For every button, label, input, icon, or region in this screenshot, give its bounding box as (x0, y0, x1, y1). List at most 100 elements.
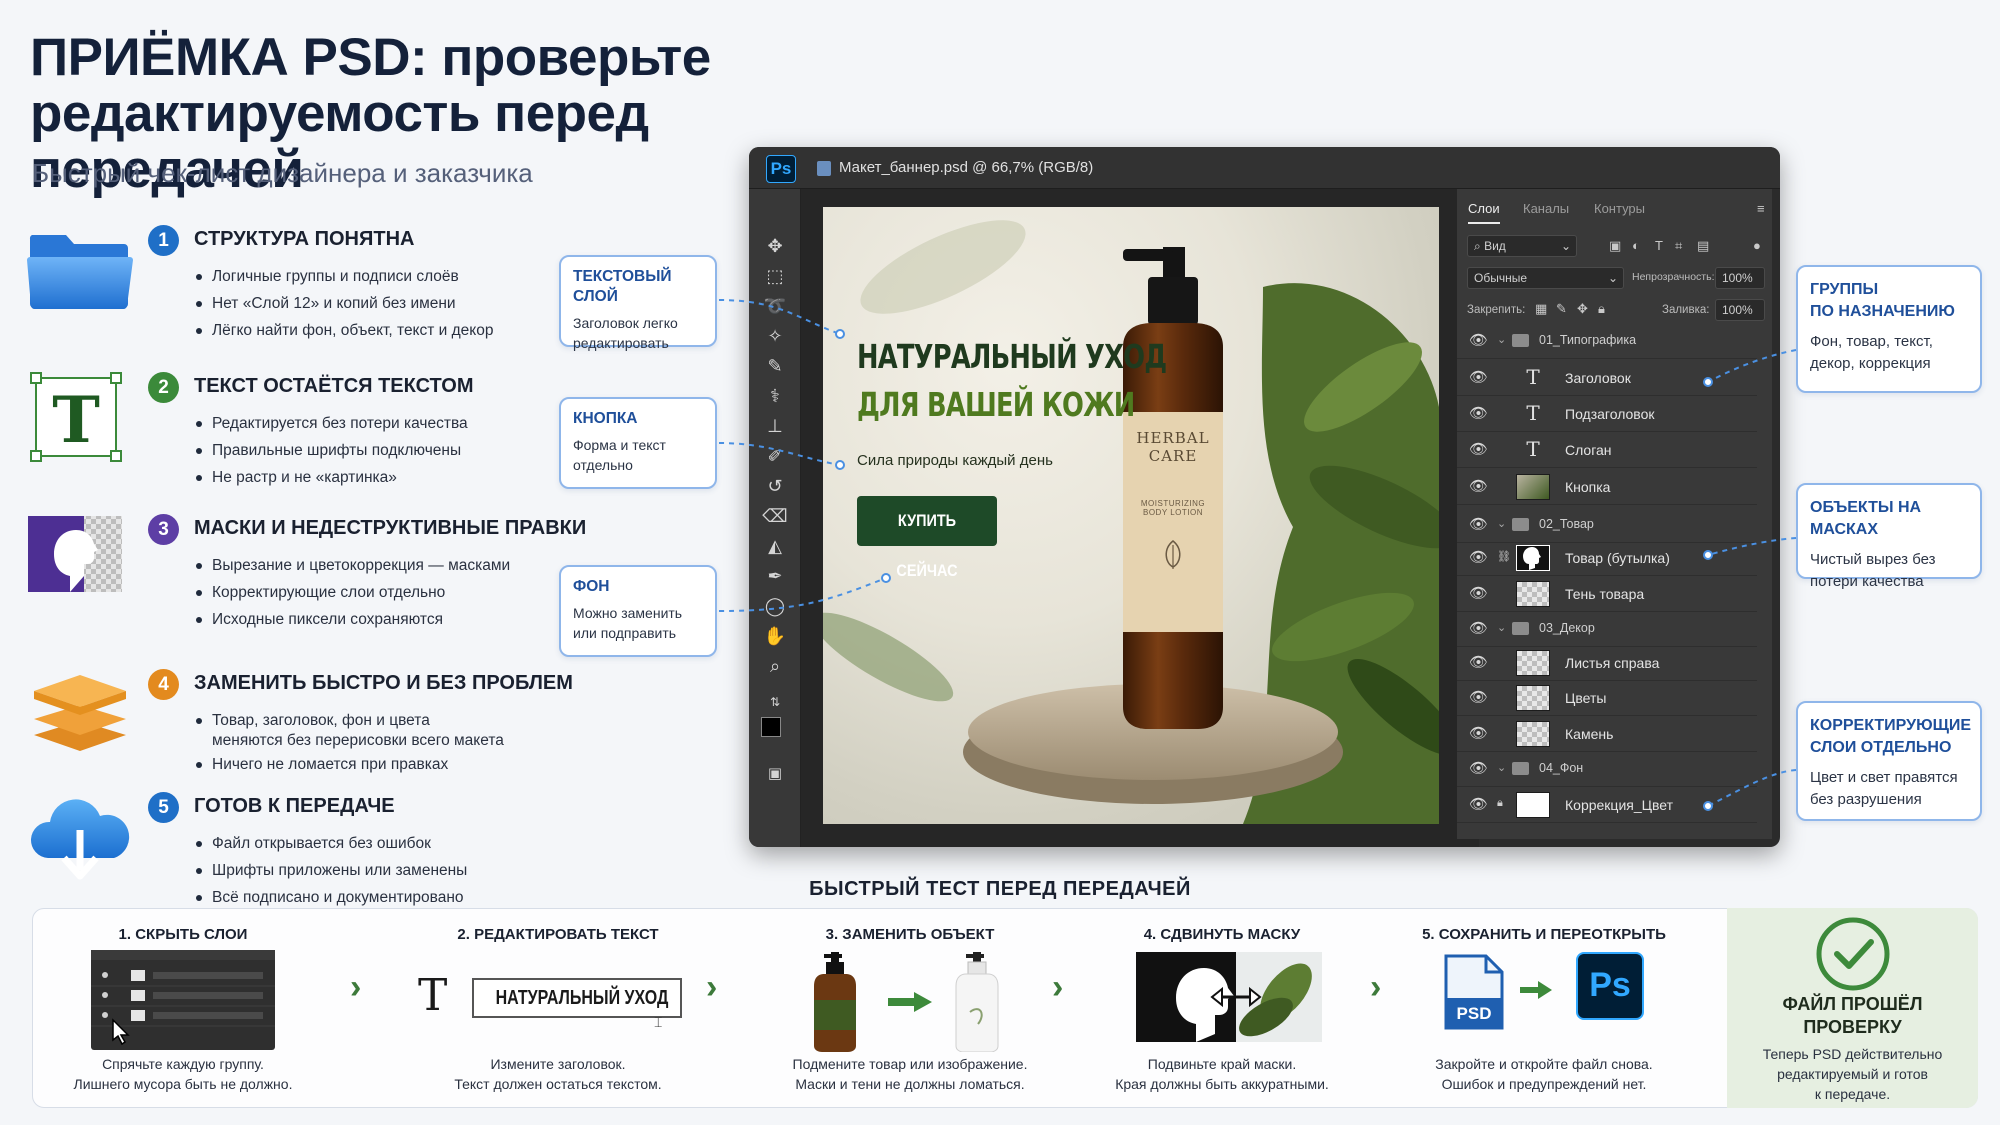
visibility-eye-icon[interactable]: 👁︎ (1469, 516, 1488, 534)
quick-test-step-save-reopen: 5. СОХРАНИТЬ И ПЕРЕОТКРЫТЬ PSD Ps Закрой… (1374, 918, 1714, 1098)
document-icon (817, 161, 831, 176)
quick-test-step-replace-object: 3. ЗАМЕНИТЬ ОБЪЕКТ Подмените товар или и… (740, 918, 1080, 1098)
layer-row[interactable]: 👁︎ Цветы (1457, 680, 1757, 716)
filter-type-icon[interactable]: T (1655, 238, 1663, 253)
layer-row[interactable]: 👁︎ ⌄ 03_Декор (1457, 611, 1757, 647)
healing-brush-icon[interactable]: ⚕ (761, 383, 789, 409)
ellipse-tool-icon[interactable]: ◯ (761, 593, 789, 619)
visibility-eye-icon[interactable]: 👁︎ (1469, 689, 1488, 707)
blend-mode-select[interactable]: Обычные ⌄ (1467, 267, 1624, 289)
banner-slogan[interactable]: Сила природы каждый день (857, 452, 1053, 469)
step-number-badge: 3 (148, 514, 179, 545)
document-tab[interactable]: Макет_баннер.psd @ 66,7% (RGB/8) (839, 159, 1093, 176)
layer-row[interactable]: 👁︎ Листья справа (1457, 645, 1757, 681)
quick-test-step-edit-text: 2. РЕДАКТИРОВАТЬ ТЕКСТ T НАТУРАЛЬНЫЙ УХО… (388, 918, 728, 1098)
banner-headline-1[interactable]: НАТУРАЛЬНЫЙ УХОД (857, 337, 1167, 376)
group-expand-icon[interactable]: ⌄ (1497, 621, 1506, 634)
chevron-right-icon: › (350, 968, 362, 1006)
fill-input[interactable]: 100% (1715, 299, 1765, 321)
visibility-eye-icon[interactable]: 👁︎ (1469, 441, 1488, 459)
layer-row[interactable]: 👁︎ T Заголовок (1457, 360, 1757, 396)
layer-row[interactable]: 👁︎ ⌄ 04_Фон (1457, 751, 1757, 787)
layer-row[interactable]: 👁︎ T Подзаголовок (1457, 396, 1757, 432)
history-brush-icon[interactable]: ↺ (761, 473, 789, 499)
mini-layers-panel-icon (91, 950, 275, 1050)
quick-test-step-hide-layers: 1. СКРЫТЬ СЛОИ Спрячьте каждую группу. Ли… (13, 918, 353, 1098)
layer-row[interactable]: 👁︎ 🔒︎ Коррекция_Цвет (1457, 787, 1757, 823)
visibility-eye-icon[interactable]: 👁︎ (1469, 332, 1488, 350)
visibility-eye-icon[interactable]: 👁︎ (1469, 760, 1488, 778)
swap-bottle-illustration (814, 952, 999, 1052)
checklist-bullets: Редактируется без потери качества Правил… (194, 410, 468, 491)
move-tool-icon[interactable]: ✥ (761, 233, 789, 259)
magic-wand-icon[interactable]: ✧ (761, 323, 789, 349)
text-edit-sample: НАТУРАЛЬНЫЙ УХОД (472, 978, 682, 1018)
layer-row[interactable]: 👁︎ T Слоган (1457, 432, 1757, 468)
step-number-badge: 1 (148, 225, 179, 256)
lasso-tool-icon[interactable]: ➰ (761, 293, 789, 319)
marquee-tool-icon[interactable]: ⬚ (761, 263, 789, 289)
panel-menu-icon[interactable]: ≡ (1757, 201, 1765, 216)
tab-paths[interactable]: Контуры (1594, 201, 1645, 216)
eyedropper-icon[interactable]: ✎ (761, 353, 789, 379)
layer-name: Камень (1565, 726, 1614, 742)
group-expand-icon[interactable]: ⌄ (1497, 333, 1506, 346)
step-caption: Закройте и откройте файл снова. Ошибок и … (1435, 1056, 1653, 1092)
filter-pixel-icon[interactable]: ▣ (1609, 238, 1621, 254)
text-cursor-icon: ⌶ (654, 1014, 663, 1030)
layer-name: Листья справа (1565, 655, 1660, 671)
foreground-color-swatch[interactable] (761, 717, 781, 737)
layer-row[interactable]: 👁︎ Кнопка (1457, 469, 1757, 505)
banner-headline-2[interactable]: ДЛЯ ВАШЕЙ КОЖИ (857, 385, 1135, 424)
gradient-tool-icon[interactable]: ◭ (761, 533, 789, 559)
swap-colors-icon[interactable]: ⇅ (761, 689, 789, 715)
filter-adjustment-icon[interactable]: ◐ (1632, 238, 1640, 253)
visibility-eye-icon[interactable]: 👁︎ (1469, 796, 1488, 814)
group-expand-icon[interactable]: ⌄ (1497, 761, 1506, 774)
visibility-eye-icon[interactable]: 👁︎ (1469, 725, 1488, 743)
callout-title: ГРУППЫ ПО НАЗНАЧЕНИЮ (1810, 281, 1955, 320)
banner-buy-button[interactable]: КУПИТЬ СЕЙЧАС (857, 496, 997, 580)
lock-pixels-icon[interactable]: ✎ (1556, 301, 1567, 317)
layer-name: Слоган (1565, 442, 1612, 458)
stamp-tool-icon[interactable]: ⊥ (761, 413, 789, 439)
brush-tool-icon[interactable]: ✐ (761, 443, 789, 469)
lock-position-icon[interactable]: ✥ (1577, 301, 1588, 317)
eraser-tool-icon[interactable]: ⌫ (761, 503, 789, 529)
banner-artwork[interactable]: HERBAL CARE MOISTURIZING BODY LOTION НАТ… (823, 207, 1439, 824)
pen-tool-icon[interactable]: ✒ (761, 563, 789, 589)
checklist-title: ТЕКСТ ОСТАЁТСЯ ТЕКСТОМ (194, 375, 474, 397)
lock-transparency-icon[interactable]: ▦ (1535, 301, 1547, 317)
visibility-eye-icon[interactable]: 👁︎ (1469, 369, 1488, 387)
layer-row[interactable]: 👁︎ Камень (1457, 716, 1757, 752)
layer-row[interactable]: 👁︎ ⛓ Товар (бутылка) (1457, 540, 1757, 576)
visibility-eye-icon[interactable]: 👁︎ (1469, 405, 1488, 423)
visibility-eye-icon[interactable]: 👁︎ (1469, 620, 1488, 638)
tab-channels[interactable]: Каналы (1523, 201, 1569, 216)
zoom-tool-icon[interactable]: ⌕ (761, 653, 789, 679)
visibility-eye-icon[interactable]: 👁︎ (1469, 585, 1488, 603)
tab-layers[interactable]: Слои (1468, 201, 1500, 224)
quick-mask-icon[interactable]: ▣ (761, 761, 789, 787)
callout-groups: ГРУППЫ ПО НАЗНАЧЕНИЮ Фон, товар, текст, д… (1796, 265, 1982, 393)
filter-smart-icon[interactable]: ▤ (1697, 238, 1709, 254)
callout-body: Форма и текст отдельно (573, 437, 666, 473)
layer-row[interactable]: 👁︎ Тень товара (1457, 576, 1757, 612)
layer-thumbnail (1516, 721, 1550, 747)
visibility-eye-icon[interactable]: 👁︎ (1469, 478, 1488, 496)
layer-row[interactable]: 👁︎ ⌄ 01_Типографика (1457, 323, 1757, 359)
opacity-input[interactable]: 100% (1715, 267, 1765, 289)
layer-name: Коррекция_Цвет (1565, 797, 1674, 813)
layer-row[interactable]: 👁︎ ⌄ 02_Товар (1457, 507, 1757, 543)
visibility-eye-icon[interactable]: 👁︎ (1469, 654, 1488, 672)
hand-tool-icon[interactable]: ✋ (761, 623, 789, 649)
lock-all-icon[interactable]: 🔒︎ (1598, 301, 1605, 317)
filter-shape-icon[interactable]: ⌗ (1675, 238, 1682, 254)
filter-toggle-icon[interactable]: ● (1753, 238, 1761, 253)
visibility-eye-icon[interactable]: 👁︎ (1469, 549, 1488, 567)
callout-title: ФОН (573, 578, 610, 595)
layer-name: Кнопка (1565, 479, 1611, 495)
layer-filter-select[interactable]: ⌕ Вид ⌄ (1467, 235, 1577, 257)
group-expand-icon[interactable]: ⌄ (1497, 517, 1506, 530)
checklist-title: МАСКИ И НЕДЕСТРУКТИВНЫЕ ПРАВКИ (194, 517, 587, 539)
